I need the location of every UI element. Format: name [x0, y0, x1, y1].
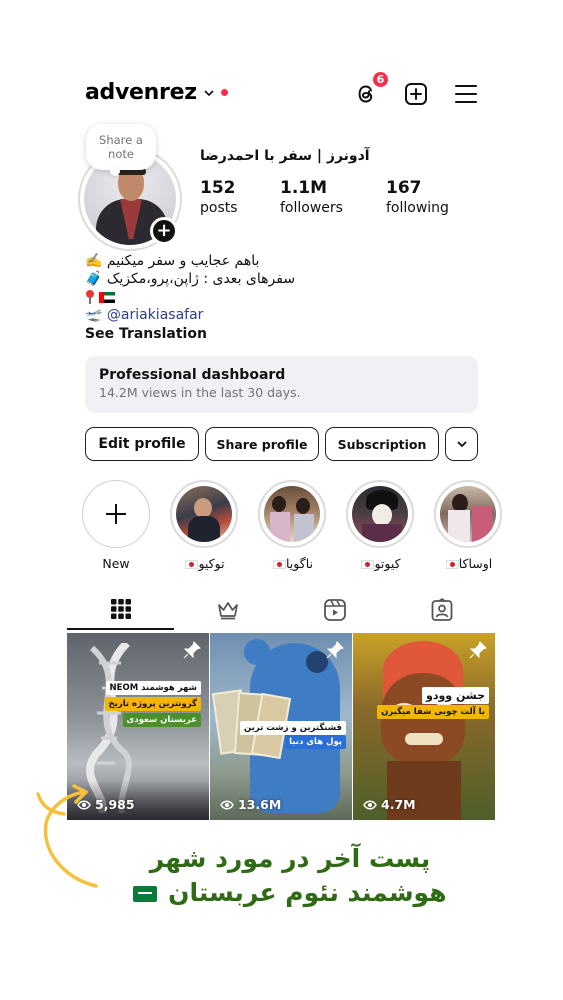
post-overlay-text: پول های دنیا: [289, 737, 342, 747]
status-dot: [220, 89, 228, 96]
highlight-label: New: [102, 556, 130, 571]
highlight-cover: [264, 486, 320, 542]
stat-followers[interactable]: 1.1M followers: [280, 178, 343, 216]
highlight-cover: [176, 486, 232, 542]
plus-icon: [106, 504, 126, 524]
post-overlay-text: جشن وودو: [425, 689, 485, 702]
eye-icon: [220, 800, 234, 809]
tagged-person-icon: [431, 598, 452, 621]
reels-icon: [323, 599, 346, 621]
post-thumbnail[interactable]: قشنگترین و زشت ترین پول های دنیا 13.6M: [210, 633, 352, 820]
see-translation-link[interactable]: See Translation: [85, 325, 385, 343]
notification-badge: 6: [371, 70, 390, 89]
post-overlay-text: قشنگترین و زشت ترین: [244, 723, 342, 733]
post-overlay-text: با آلت چوبی شفا میگیرن: [381, 707, 485, 717]
post-overlay-text: گرونترین پروژه تاریخ: [108, 699, 198, 709]
bio-line-2: سفرهای بعدی : ژاپن،پرو،مکزیک 🧳: [85, 271, 296, 287]
menu-icon: [455, 85, 477, 103]
highlight-osaka[interactable]: اوساکا: [434, 480, 502, 571]
top-bar: advenrez 6: [85, 70, 480, 112]
caption-line-1: پست آخر در مورد شهر: [149, 844, 431, 873]
tab-tagged[interactable]: [388, 590, 495, 630]
account-switcher[interactable]: advenrez: [85, 80, 228, 105]
stat-following[interactable]: 167 following: [386, 178, 449, 216]
suggestions-button[interactable]: [445, 427, 478, 461]
tab-reels[interactable]: [281, 590, 388, 630]
highlight-cover: [440, 486, 496, 542]
edit-profile-button[interactable]: Edit profile: [85, 427, 199, 461]
add-story-icon[interactable]: +: [150, 217, 178, 245]
caption-line-2: هوشمند نئوم عربستان: [110, 876, 470, 910]
profile-stats: 152 posts 1.1M followers 167 following: [200, 178, 470, 222]
pin-icon: [183, 641, 201, 659]
japan-flag-icon: [445, 560, 459, 569]
tab-posts-grid[interactable]: [67, 590, 174, 630]
professional-dashboard[interactable]: Professional dashboard 14.2M views in th…: [85, 356, 478, 413]
bio-line-1: باهم عجایب و سفر میکنیم ✍️: [85, 253, 260, 269]
dashboard-title: Professional dashboard: [99, 367, 286, 383]
chevron-down-icon: [456, 441, 467, 448]
highlight-tokyo[interactable]: توکیو: [170, 480, 238, 571]
threads-button[interactable]: 6: [352, 70, 390, 108]
story-highlights: New توکیو ناگویا کیوتو اوساکا: [82, 480, 502, 572]
chevron-down-icon: [204, 89, 214, 96]
post-overlay-text: عربستان سعودی: [126, 715, 197, 725]
profile-actions: Edit profile Share profile Subscription: [85, 427, 478, 461]
post-thumbnail[interactable]: جشن وودو با آلت چوبی شفا میگیرن 4.7M: [353, 633, 495, 820]
grid-icon: [110, 599, 131, 619]
bio-mention-link[interactable]: @ariakiasafar: [107, 307, 204, 323]
japan-flag-icon: [273, 560, 286, 569]
location-pin-icon: [85, 290, 95, 304]
create-icon: [405, 83, 427, 105]
post-overlay-text: شهر هوشمند NEOM: [109, 683, 197, 693]
pin-icon: [326, 641, 344, 659]
highlight-kyoto[interactable]: کیوتو: [346, 480, 414, 571]
airplane-icon: 🛫: [85, 307, 103, 323]
share-profile-button[interactable]: Share profile: [205, 427, 319, 461]
stat-posts[interactable]: 152 posts: [200, 178, 238, 216]
bio-line-3: [85, 288, 385, 306]
tab-subscriptions[interactable]: [174, 590, 281, 630]
uae-flag-icon: [99, 291, 115, 303]
dashboard-subtitle: 14.2M views in the last 30 days.: [99, 385, 301, 400]
crown-icon: [217, 602, 238, 620]
highlight-label: کیوتو: [374, 556, 401, 571]
menu-button[interactable]: [452, 80, 480, 108]
highlight-label: توکیو: [198, 556, 225, 571]
create-button[interactable]: [402, 80, 430, 108]
saudi-flag-icon: [133, 886, 158, 902]
highlight-cover: [352, 486, 408, 542]
note-placeholder: Share a note: [99, 133, 143, 161]
note-bubble[interactable]: Share a note: [86, 124, 156, 176]
highlight-new[interactable]: New: [82, 480, 150, 571]
bio: باهم عجایب و سفر میکنیم ✍️ سفرهای بعدی :…: [85, 252, 385, 343]
eye-icon: [363, 800, 377, 809]
annotation-caption: پست آخر در مورد شهر هوشمند نئوم عربستان: [110, 842, 470, 910]
japan-flag-icon: [361, 560, 375, 569]
japan-flag-icon: [185, 560, 199, 569]
post-view-count: 13.6M: [220, 797, 281, 812]
username: advenrez: [85, 80, 197, 105]
subscription-button[interactable]: Subscription: [325, 427, 439, 461]
highlight-label: اوساکا: [458, 556, 493, 571]
post-view-count: 4.7M: [363, 797, 416, 812]
pin-icon: [469, 641, 487, 659]
highlight-nagoya[interactable]: ناگویا: [258, 480, 326, 571]
profile-tabs: [67, 590, 495, 630]
highlight-label: ناگویا: [286, 556, 313, 571]
display-name: آدونرز | سفر با احمدرضا: [200, 148, 370, 164]
bio-link-line: 🛫 @ariakiasafar: [85, 306, 385, 324]
